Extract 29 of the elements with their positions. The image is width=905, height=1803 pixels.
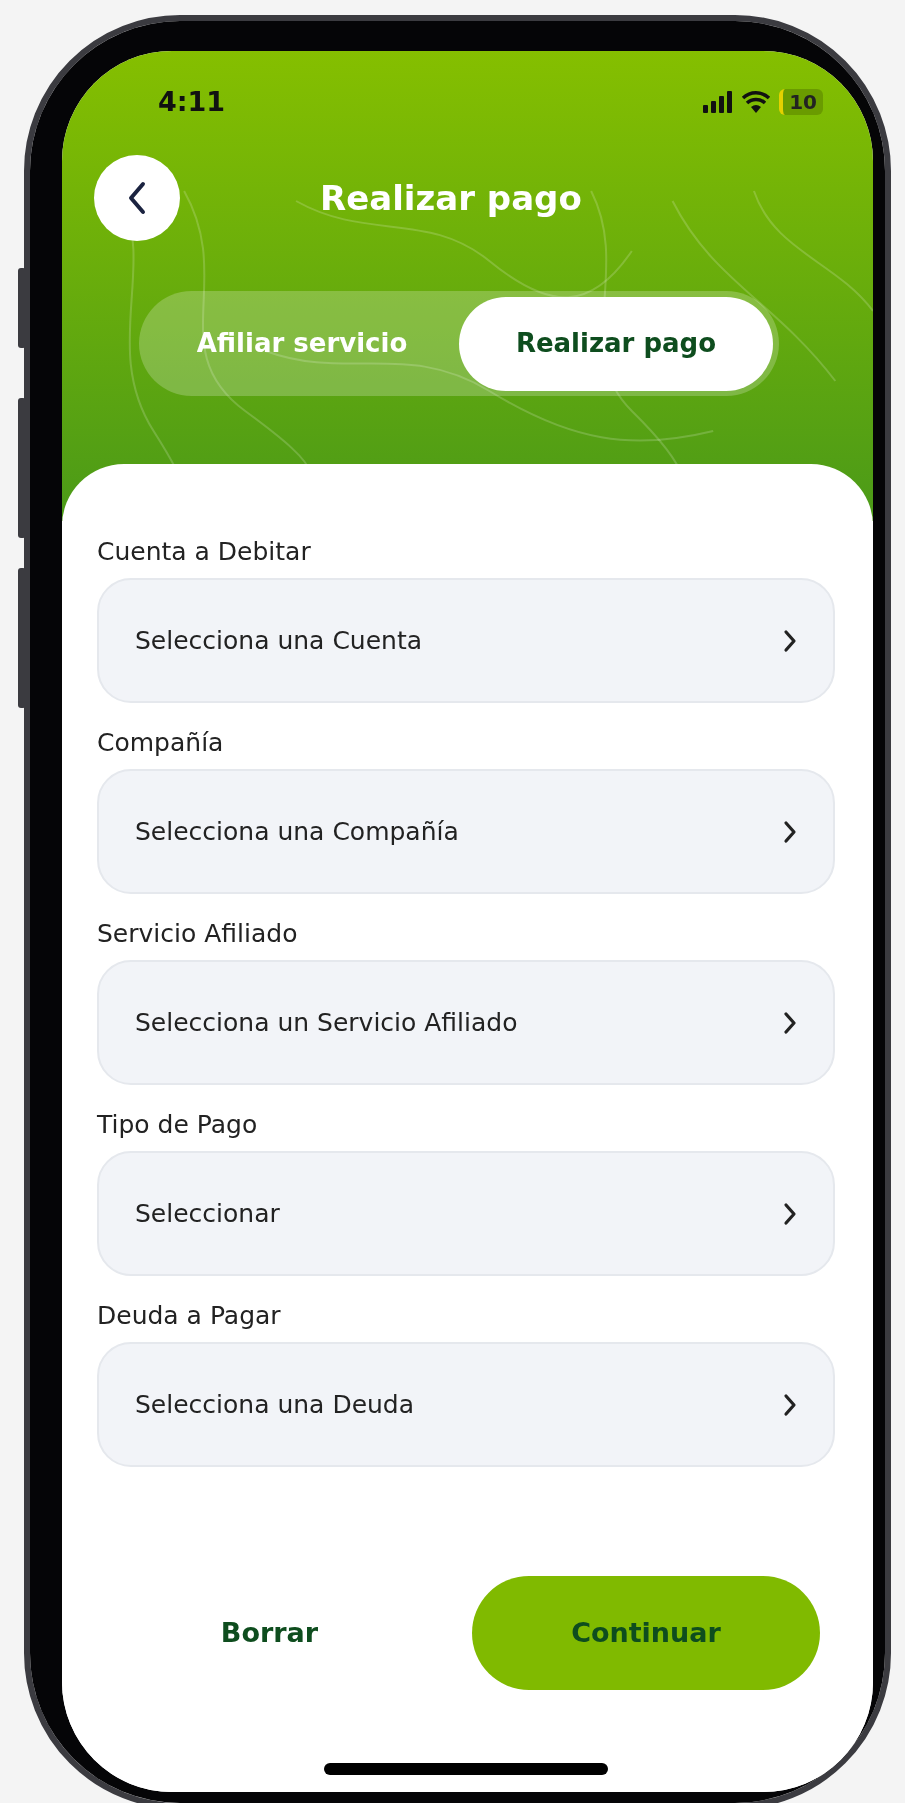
field-label: Deuda a Pagar <box>97 1300 282 1332</box>
signal-icon <box>703 91 734 113</box>
field-label: Cuenta a Debitar <box>97 536 312 568</box>
back-icon <box>126 181 148 215</box>
field-label: Compañía <box>97 727 225 759</box>
status-time: 4:11 <box>158 84 226 119</box>
select-field[interactable]: Selecciona una Deuda <box>97 1342 835 1467</box>
field-placeholder: Selecciona un Servicio Afiliado <box>135 1006 518 1039</box>
clear-button[interactable]: Borrar <box>97 1576 442 1690</box>
chevron-right-icon <box>783 1010 797 1035</box>
screen-title: Realizar pago <box>320 176 582 220</box>
field-placeholder: Seleccionar <box>135 1197 280 1230</box>
select-field[interactable]: Selecciona un Servicio Afiliado <box>97 960 835 1085</box>
field-placeholder: Selecciona una Compañía <box>135 815 459 848</box>
battery-indicator: 10 <box>779 89 823 115</box>
chevron-right-icon <box>783 628 797 653</box>
field-placeholder: Selecciona una Cuenta <box>135 624 423 657</box>
tab[interactable]: Realizar pago <box>459 296 773 391</box>
continue-button[interactable]: Continuar <box>472 1576 820 1690</box>
wifi-icon <box>741 91 772 113</box>
chevron-right-icon <box>783 1201 797 1226</box>
select-field[interactable]: Seleccionar <box>97 1151 835 1276</box>
field-label: Tipo de Pago <box>97 1109 259 1141</box>
chevron-right-icon <box>783 819 797 844</box>
select-field[interactable]: Selecciona una Cuenta <box>97 578 835 703</box>
field-label: Servicio Afiliado <box>97 918 299 950</box>
field-placeholder: Selecciona una Deuda <box>135 1388 415 1421</box>
select-field[interactable]: Selecciona una Compañía <box>97 769 835 894</box>
chevron-right-icon <box>783 1392 797 1417</box>
